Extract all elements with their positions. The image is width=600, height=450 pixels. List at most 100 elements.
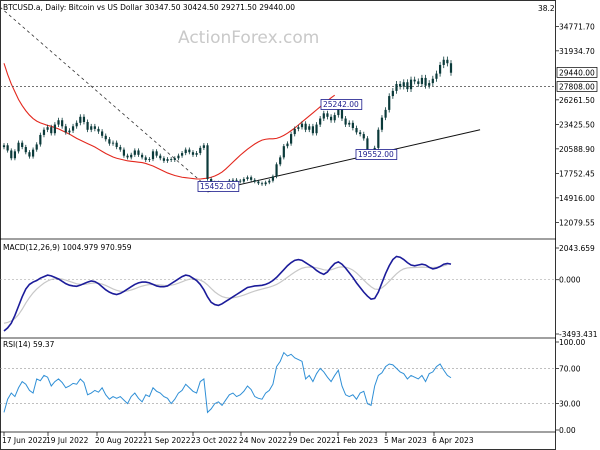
time-tick-label: 5 Mar 2023: [384, 436, 427, 445]
candle-body: [438, 64, 442, 74]
time-tick-label: 17 Jun 2022: [2, 436, 47, 445]
candle-body: [115, 142, 118, 148]
candle-body: [257, 181, 260, 184]
price-tick-label: 20588.90: [559, 145, 595, 154]
candle-body: [140, 154, 144, 158]
candle-body: [275, 164, 278, 177]
candle-body: [50, 127, 53, 134]
rsi-plot: [0, 351, 556, 414]
price-tick-label: 34771.70: [559, 22, 595, 31]
candle-body: [293, 128, 296, 135]
time-tick-label: 19 Jul 2022: [46, 436, 89, 445]
candle-body: [111, 142, 115, 144]
macd-line: [3, 255, 452, 332]
candle-body: [344, 118, 347, 125]
candle-body: [10, 150, 13, 159]
time-tick-label: 23 Oct 2022: [191, 436, 238, 445]
candle-body: [446, 59, 449, 64]
candle-body: [449, 63, 453, 73]
candle-body: [162, 158, 166, 161]
candle-body: [86, 121, 89, 130]
candle-body: [90, 126, 93, 130]
price-tick-label: 31934.70: [559, 47, 595, 56]
chart-canvas: BTCUSD.a, Daily: Bitcoin vs US Dollar 30…: [0, 0, 598, 450]
candle-body: [264, 182, 267, 185]
ma-series-line: [3, 63, 336, 180]
candle-body: [308, 126, 311, 130]
candle-body: [71, 126, 75, 131]
candle-body: [170, 159, 173, 160]
candle-body: [31, 149, 35, 157]
candle-body: [122, 149, 126, 156]
candle-body: [355, 128, 358, 133]
candle-body: [362, 134, 365, 139]
candle-body: [384, 109, 387, 118]
candle-body: [424, 77, 427, 86]
candle-body: [39, 134, 42, 145]
rsi-tick-label: 0.00: [559, 426, 576, 435]
candle-body: [126, 155, 129, 158]
candle-body: [199, 147, 202, 154]
candle-body: [53, 124, 56, 134]
instrument-title: BTCUSD.a, Daily: Bitcoin vs US Dollar 30…: [3, 3, 295, 12]
candle-body: [137, 150, 140, 155]
moving-average-line: [3, 63, 336, 180]
candle-body: [101, 131, 104, 136]
candle-body: [297, 127, 300, 129]
current-price-label: 29440.00: [559, 68, 595, 77]
candle-body: [250, 177, 253, 180]
candle-body: [246, 177, 249, 179]
candle-body: [388, 96, 391, 110]
candle-body: [6, 145, 9, 151]
candle-body: [435, 73, 438, 79]
candle-body: [133, 150, 136, 155]
candle-body: [2, 145, 6, 148]
candle-body: [148, 159, 151, 160]
candle-body: [82, 116, 86, 122]
candle-body: [177, 155, 180, 159]
candle-body: [119, 147, 122, 150]
candle-body: [97, 128, 100, 132]
candle-body: [79, 116, 82, 123]
candle-body: [395, 83, 398, 91]
candle-body: [239, 180, 242, 182]
candle-body: [282, 146, 285, 158]
time-axis-ticks: 17 Jun 202219 Jul 2022 20 Aug 2022 21 Sep …: [2, 432, 474, 445]
label-19552: 19552.00: [358, 150, 394, 159]
rsi-title: RSI(14) 59.37: [3, 340, 55, 349]
price-tick-label: 17752.45: [559, 169, 595, 178]
corner-value: 38.2: [538, 4, 555, 13]
candle-body: [166, 159, 169, 161]
rising-trendline: [207, 129, 481, 193]
candle-body: [242, 178, 245, 182]
candle-body: [24, 147, 27, 153]
candle-body: [413, 79, 416, 82]
macd-tick-label: 0.000: [559, 276, 581, 285]
candle-body: [130, 154, 133, 158]
candle-body: [68, 130, 71, 133]
candle-body: [202, 145, 205, 148]
candle-body: [417, 81, 420, 84]
candle-body: [195, 153, 198, 155]
rsi-tick-label: 70.00: [559, 364, 581, 373]
macd-axis-ticks: 2043.6590.000-3493.431: [556, 244, 598, 339]
candle-body: [191, 152, 195, 155]
candle-body: [348, 122, 351, 125]
time-tick-label: 1 Feb 2023: [336, 436, 378, 445]
candle-body: [300, 123, 304, 128]
candle-body: [420, 77, 424, 84]
candle-body: [279, 157, 282, 165]
candle-body: [57, 120, 60, 125]
time-tick-label: 24 Nov 2022: [239, 436, 287, 445]
candle-body: [235, 179, 238, 181]
candle-body: [93, 126, 96, 129]
candle-body: [329, 116, 333, 121]
time-tick-label: 29 Dec 2022: [288, 436, 336, 445]
time-tick-label: 6 Apr 2023: [432, 436, 474, 445]
candle-body: [28, 152, 31, 157]
price-candles: [2, 56, 453, 189]
candle-body: [173, 158, 176, 160]
price-tick-label: 23425.50: [559, 120, 595, 129]
candle-body: [340, 109, 344, 119]
watermark: ActionForex.com: [178, 28, 319, 48]
